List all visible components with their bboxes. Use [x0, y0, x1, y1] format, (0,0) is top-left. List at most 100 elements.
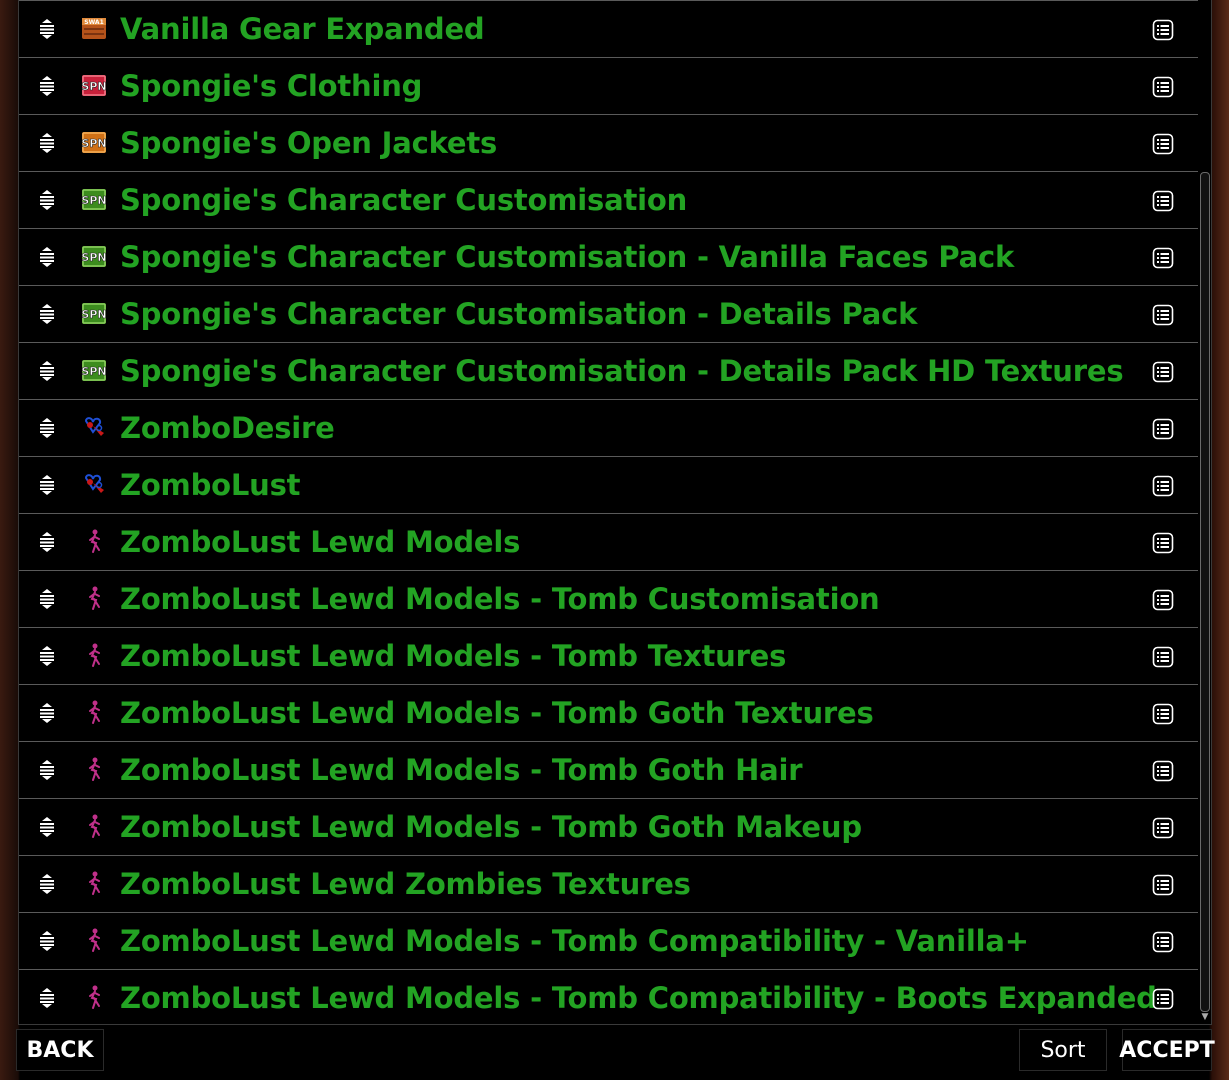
drag-handle-icon[interactable] — [38, 417, 56, 439]
mod-row[interactable]: ZomboLust Lewd Zombies Textures — [19, 855, 1198, 912]
mod-name: ZomboLust Lewd Models - Tomb Goth Textur… — [120, 696, 874, 730]
spn-green-icon: SPN — [81, 186, 107, 212]
svg-text:SPN: SPN — [81, 251, 106, 264]
drag-handle-icon[interactable] — [38, 645, 56, 667]
mod-row[interactable]: ZomboLust Lewd Models — [19, 513, 1198, 570]
pink-figure-icon — [81, 585, 107, 611]
mod-name: Spongie's Character Customisation — [120, 183, 688, 217]
mod-details-icon[interactable] — [1152, 304, 1174, 326]
spn-green-icon: SPN — [81, 357, 107, 383]
drag-handle-icon[interactable] — [38, 189, 56, 211]
mod-name: Vanilla Gear Expanded — [120, 12, 485, 46]
mod-name: Spongie's Clothing — [120, 69, 423, 103]
drag-handle-icon[interactable] — [38, 588, 56, 610]
drag-handle-icon[interactable] — [38, 702, 56, 724]
drag-handle-icon[interactable] — [38, 759, 56, 781]
mod-name: ZomboLust Lewd Models - Tomb Customisati… — [120, 582, 880, 616]
mod-row[interactable]: SPN Spongie's Character Customisation - … — [19, 285, 1198, 342]
drag-handle-icon[interactable] — [38, 303, 56, 325]
mod-details-icon[interactable] — [1152, 874, 1174, 896]
mod-details-icon[interactable] — [1152, 931, 1174, 953]
mod-row[interactable]: SPN Spongie's Open Jackets — [19, 114, 1198, 171]
sort-button[interactable]: Sort — [1019, 1029, 1107, 1071]
mod-row[interactable]: SPN Spongie's Character Customisation — [19, 171, 1198, 228]
mod-row[interactable]: ZomboLust Lewd Models - Tomb Goth Textur… — [19, 684, 1198, 741]
svg-text:SPN: SPN — [81, 365, 106, 378]
mod-row[interactable]: ZomboLust Lewd Models - Tomb Compatibili… — [19, 912, 1198, 969]
mod-details-icon[interactable] — [1152, 19, 1174, 41]
mod-name: ZomboLust Lewd Models - Tomb Textures — [120, 639, 787, 673]
back-button[interactable]: BACK — [16, 1029, 104, 1071]
pink-figure-icon — [81, 813, 107, 839]
mod-list: SWA1 Vanilla Gear Expanded SPN Spongie's… — [19, 0, 1198, 1024]
svg-text:SPN: SPN — [81, 80, 106, 93]
drag-handle-icon[interactable] — [38, 18, 56, 40]
mod-name: ZomboLust Lewd Models - Tomb Compatibili… — [120, 924, 1029, 958]
mod-row[interactable]: ZomboLust — [19, 456, 1198, 513]
mod-row[interactable]: ZomboLust Lewd Models - Tomb Textures — [19, 627, 1198, 684]
mod-row[interactable]: ZomboLust Lewd Models - Tomb Goth Hair — [19, 741, 1198, 798]
mod-name: Spongie's Open Jackets — [120, 126, 498, 160]
accept-button[interactable]: ACCEPT — [1119, 1029, 1215, 1071]
mod-row[interactable]: SWA1 Vanilla Gear Expanded — [19, 0, 1198, 57]
mod-details-icon[interactable] — [1152, 988, 1174, 1010]
mod-details-icon[interactable] — [1152, 760, 1174, 782]
pink-figure-icon — [81, 756, 107, 782]
drag-handle-icon[interactable] — [38, 987, 56, 1009]
mod-order-panel: SWA1 Vanilla Gear Expanded SPN Spongie's… — [18, 0, 1212, 1025]
mod-details-icon[interactable] — [1152, 646, 1174, 668]
mod-name: ZomboDesire — [120, 411, 335, 445]
mod-details-icon[interactable] — [1152, 190, 1174, 212]
mod-details-icon[interactable] — [1152, 532, 1174, 554]
mod-details-icon[interactable] — [1152, 703, 1174, 725]
mod-details-icon[interactable] — [1152, 361, 1174, 383]
mod-row[interactable]: ZomboLust Lewd Models - Tomb Goth Makeup — [19, 798, 1198, 855]
drag-handle-icon[interactable] — [38, 246, 56, 268]
drag-handle-icon[interactable] — [38, 360, 56, 382]
mod-row[interactable]: ZomboLust Lewd Models - Tomb Compatibili… — [19, 969, 1198, 1024]
mod-name: Spongie's Character Customisation - Deta… — [120, 297, 918, 331]
scrollbar[interactable]: ▼ — [1199, 0, 1211, 1024]
mod-row[interactable]: SPN Spongie's Character Customisation - … — [19, 228, 1198, 285]
mod-details-icon[interactable] — [1152, 133, 1174, 155]
mod-name: ZomboLust Lewd Models - Tomb Goth Makeup — [120, 810, 862, 844]
mod-name: ZomboLust Lewd Zombies Textures — [120, 867, 691, 901]
svg-text:SPN: SPN — [81, 137, 106, 150]
spn-green-icon: SPN — [81, 243, 107, 269]
mod-row[interactable]: ZomboDesire — [19, 399, 1198, 456]
pink-figure-icon — [81, 927, 107, 953]
drag-handle-icon[interactable] — [38, 873, 56, 895]
mod-row[interactable]: ZomboLust Lewd Models - Tomb Customisati… — [19, 570, 1198, 627]
drag-handle-icon[interactable] — [38, 816, 56, 838]
drag-handle-icon[interactable] — [38, 474, 56, 496]
spn-green-icon: SPN — [81, 300, 107, 326]
scroll-down-arrow-icon[interactable]: ▼ — [1199, 1012, 1211, 1022]
drag-handle-icon[interactable] — [38, 531, 56, 553]
pink-figure-icon — [81, 984, 107, 1010]
drag-handle-icon[interactable] — [38, 930, 56, 952]
mod-name: ZomboLust Lewd Models - Tomb Goth Hair — [120, 753, 803, 787]
pink-figure-icon — [81, 870, 107, 896]
mod-row[interactable]: SPN Spongie's Clothing — [19, 57, 1198, 114]
svg-text:SWA1: SWA1 — [84, 19, 104, 26]
mod-details-icon[interactable] — [1152, 76, 1174, 98]
spn-red-icon: SPN — [81, 72, 107, 98]
pink-figure-icon — [81, 528, 107, 554]
mod-name: ZomboLust — [120, 468, 301, 502]
mod-details-icon[interactable] — [1152, 817, 1174, 839]
mod-details-icon[interactable] — [1152, 589, 1174, 611]
mod-details-icon[interactable] — [1152, 247, 1174, 269]
spn-orange-icon: SPN — [81, 129, 107, 155]
pink-figure-icon — [81, 699, 107, 725]
drag-handle-icon[interactable] — [38, 132, 56, 154]
swa-badge-icon: SWA1 — [81, 15, 107, 41]
mod-details-icon[interactable] — [1152, 418, 1174, 440]
mod-name: Spongie's Character Customisation - Deta… — [120, 354, 1124, 388]
mod-name: ZomboLust Lewd Models - Tomb Compatibili… — [120, 981, 1157, 1015]
mod-details-icon[interactable] — [1152, 475, 1174, 497]
mod-name: Spongie's Character Customisation - Vani… — [120, 240, 1015, 274]
pink-figure-icon — [81, 642, 107, 668]
mod-row[interactable]: SPN Spongie's Character Customisation - … — [19, 342, 1198, 399]
scrollbar-thumb[interactable] — [1200, 172, 1210, 1012]
drag-handle-icon[interactable] — [38, 75, 56, 97]
